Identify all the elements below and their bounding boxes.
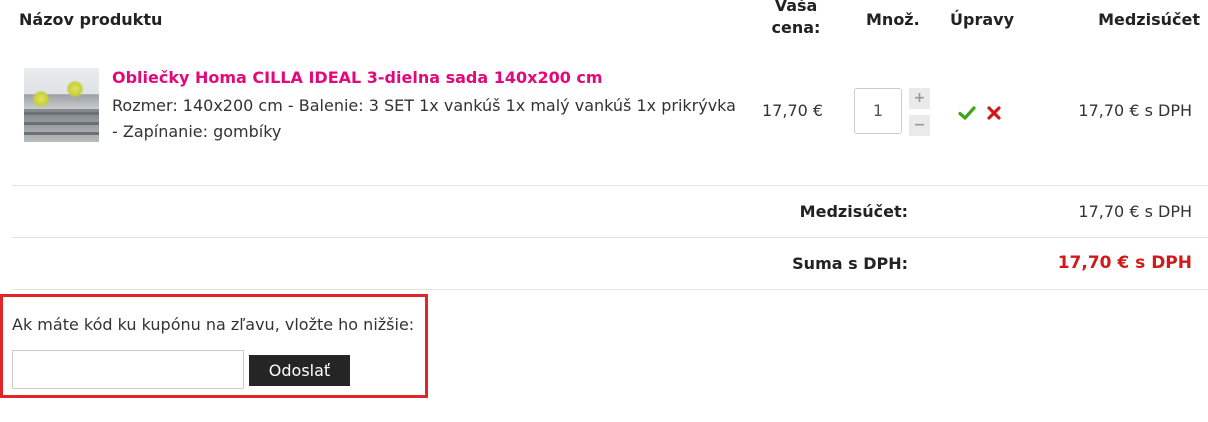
product-description: Rozmer: 140x200 cm - Balenie: 3 SET 1x v…	[112, 96, 736, 141]
coupon-label: Ak máte kód ku kupónu na zľavu, vložte h…	[12, 315, 415, 334]
quantity-input[interactable]: 1	[854, 88, 902, 134]
checkmark-icon[interactable]	[958, 104, 976, 122]
coupon-section: Ak máte kód ku kupónu na zľavu, vložte h…	[0, 294, 428, 398]
quantity-decrease-button[interactable]: −	[909, 115, 930, 136]
divider	[12, 289, 1208, 290]
subtotal-label: Medzisúčet:	[799, 202, 908, 221]
total-label: Suma s DPH:	[792, 254, 908, 273]
close-icon[interactable]	[985, 104, 1003, 122]
line-total: 17,70 € s DPH	[1078, 101, 1192, 120]
divider	[12, 185, 1208, 186]
unit-price: 17,70 €	[762, 101, 824, 120]
product-name-link[interactable]: Obliečky Homa CILLA IDEAL 3-dielna sada …	[112, 67, 603, 89]
header-subtotal: Medzisúčet	[1098, 10, 1200, 29]
quantity-increase-button[interactable]: +	[909, 88, 930, 109]
coupon-code-input[interactable]	[12, 350, 244, 389]
product-thumbnail[interactable]	[24, 68, 99, 142]
thumb-stripe	[24, 112, 99, 115]
thumb-flower	[32, 90, 50, 108]
coupon-submit-button[interactable]: Odoslať	[249, 355, 350, 386]
header-price-line1: Vaša	[774, 0, 818, 15]
header-price-line2: cena:	[771, 18, 821, 37]
header-quantity: Množ.	[866, 10, 920, 29]
total-value: 17,70 € s DPH	[1057, 253, 1192, 273]
header-product-name: Názov produktu	[19, 10, 163, 29]
thumb-stripe	[24, 122, 99, 125]
thumb-flower	[66, 80, 84, 98]
divider	[12, 237, 1208, 238]
thumb-stripe	[24, 132, 99, 135]
header-edit: Úpravy	[950, 10, 1014, 29]
header-price: Vaša cena:	[766, 0, 826, 39]
subtotal-value: 17,70 € s DPH	[1078, 202, 1192, 221]
